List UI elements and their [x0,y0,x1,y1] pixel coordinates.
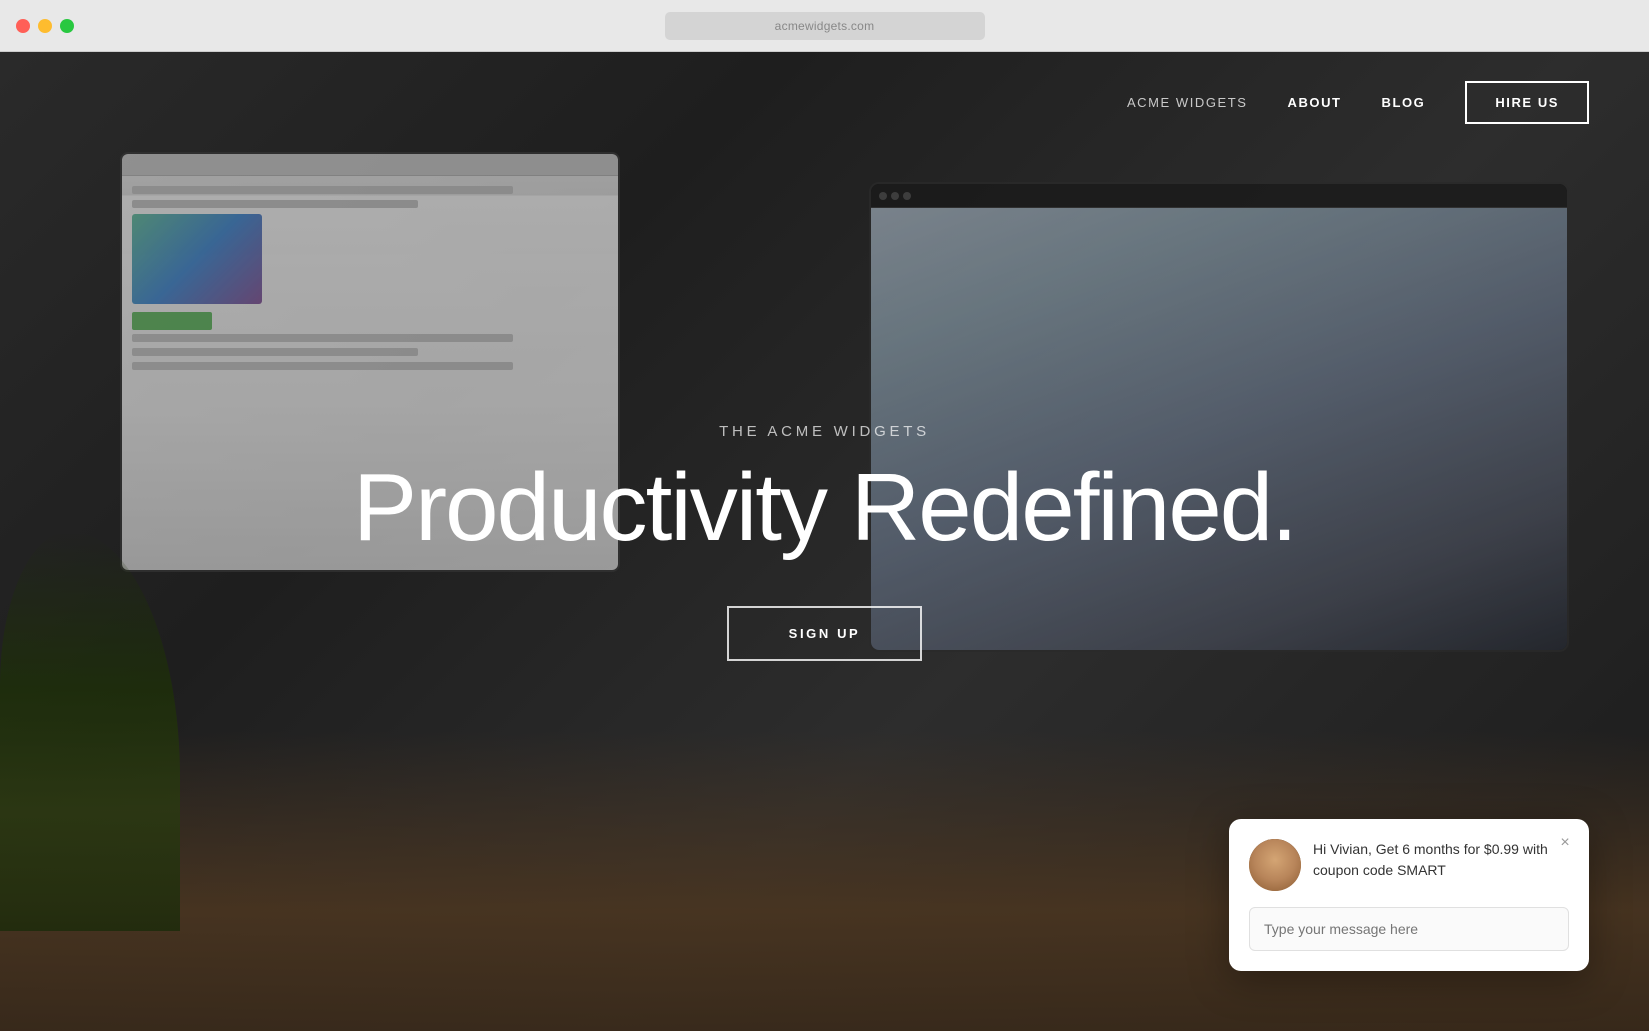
sign-up-button[interactable]: SIGN UP [727,606,923,661]
avatar [1249,839,1301,891]
hero-title: Productivity Redefined. [20,460,1629,556]
monitor-right-bar [871,184,1567,208]
close-icon[interactable]: × [1555,833,1575,853]
chat-input[interactable] [1249,907,1569,951]
hero-subtitle: THE ACME WIDGETS [20,423,1629,440]
hire-us-button[interactable]: HIRE US [1465,81,1589,124]
navigation: ACME WIDGETS ABOUT BLOG HIRE US [0,52,1649,152]
nav-acme-widgets[interactable]: ACME WIDGETS [1127,95,1248,110]
nav-blog[interactable]: BLOG [1382,95,1426,110]
nav-about[interactable]: ABOUT [1288,95,1342,110]
hero-section: ACME WIDGETS ABOUT BLOG HIRE US THE ACME… [0,52,1649,1031]
close-window-button[interactable] [16,19,30,33]
mac-titlebar: acmewidgets.com [0,0,1649,52]
chat-popup: Hi Vivian, Get 6 months for $0.99 with c… [1229,819,1589,971]
chat-popup-header: Hi Vivian, Get 6 months for $0.99 with c… [1249,839,1569,891]
address-bar-text: acmewidgets.com [775,19,875,33]
minimize-window-button[interactable] [38,19,52,33]
maximize-window-button[interactable] [60,19,74,33]
address-bar[interactable]: acmewidgets.com [665,12,985,40]
chat-message: Hi Vivian, Get 6 months for $0.99 with c… [1313,839,1569,881]
mac-window-controls [16,19,74,33]
hero-content: THE ACME WIDGETS Productivity Redefined.… [0,423,1649,661]
